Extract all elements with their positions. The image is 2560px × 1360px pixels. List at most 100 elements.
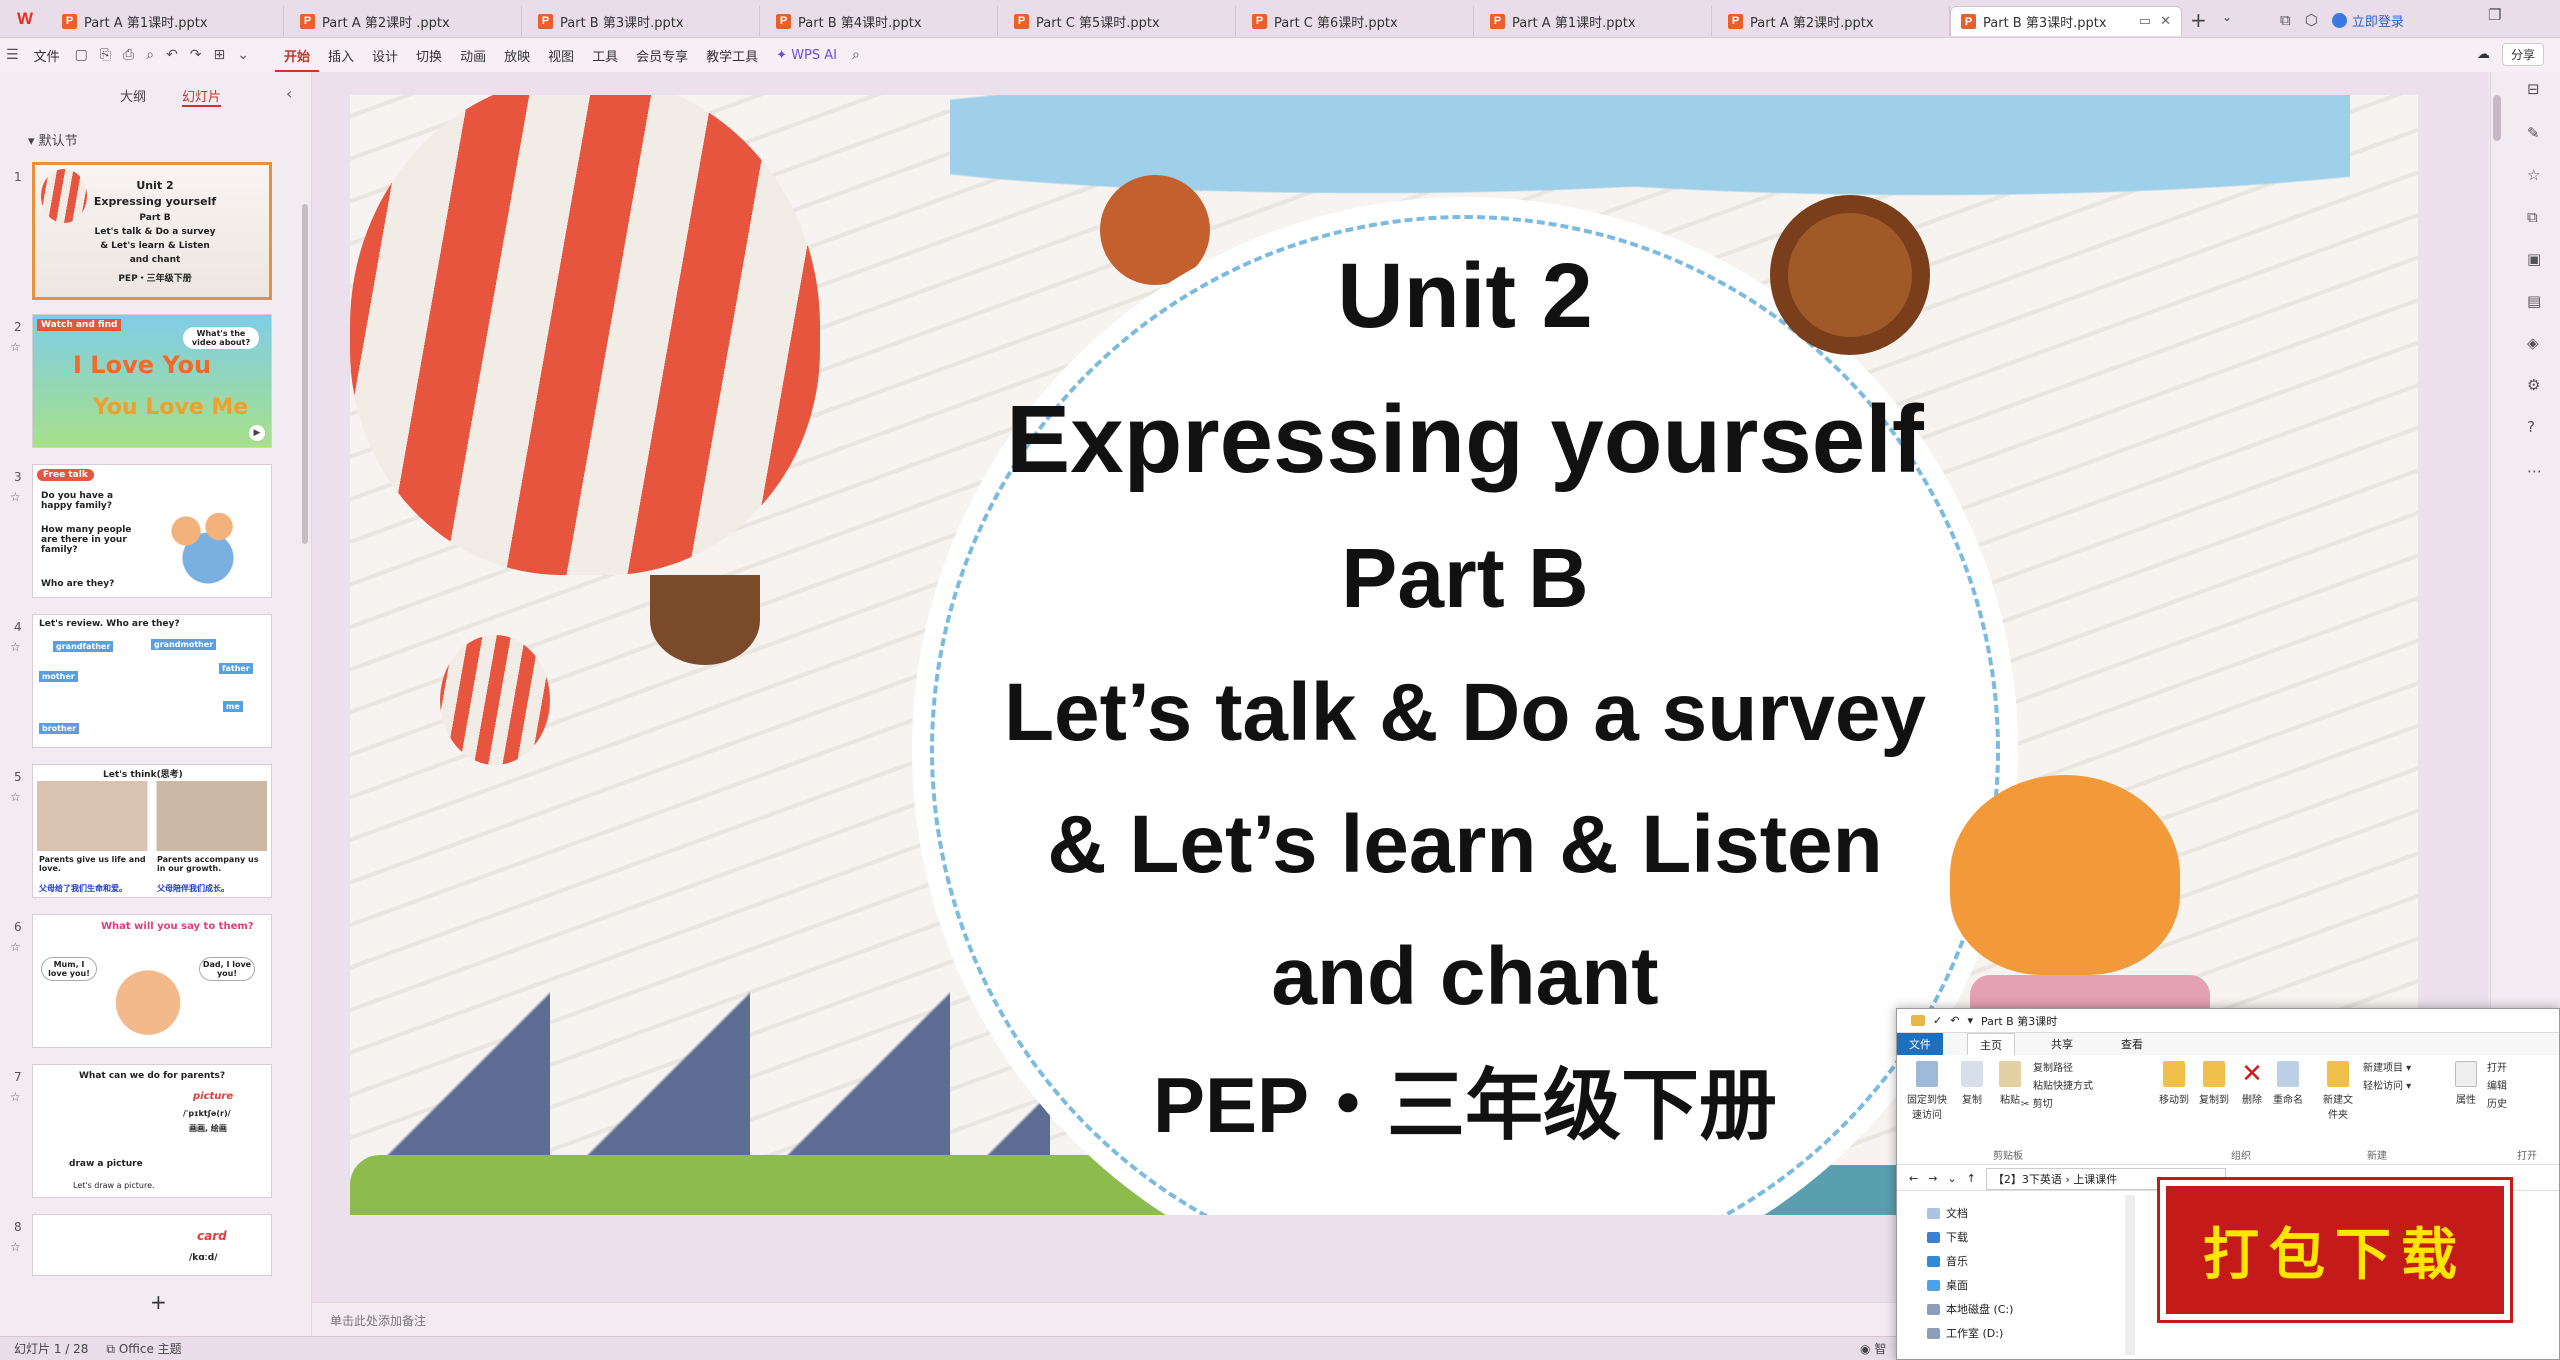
cube-icon[interactable]: ⬡ — [2305, 11, 2318, 29]
pen-icon[interactable]: ✎ — [2527, 124, 2540, 142]
menu-icon[interactable]: ☰ — [0, 47, 25, 63]
move-to-button[interactable]: 移动到 — [2157, 1061, 2191, 1106]
close-icon[interactable]: ✕ — [2160, 14, 2171, 29]
tree-item-desktop[interactable]: 桌面 — [1927, 1273, 2137, 1297]
tab-file[interactable]: 文件 — [1897, 1033, 1943, 1055]
tab-member[interactable]: 会员专享 — [627, 46, 697, 65]
smart-icon[interactable]: ◉ — [1860, 1342, 1870, 1356]
tab-home[interactable]: 开始 — [275, 46, 320, 72]
collapse-icon[interactable]: ‹ — [286, 84, 292, 103]
add-slide-button[interactable]: + — [150, 1290, 167, 1314]
collapse-icon[interactable]: ⊟ — [2527, 80, 2540, 98]
save-icon[interactable]: ▢ — [69, 47, 94, 63]
tab-design[interactable]: 设计 — [363, 46, 407, 65]
panel-scrollbar[interactable] — [302, 204, 308, 544]
format-painter-icon[interactable]: ⊞ — [208, 47, 232, 63]
copy-button[interactable]: 复制 — [1957, 1061, 1987, 1106]
file-menu[interactable]: 文件 — [25, 46, 69, 65]
paste-shortcut-button[interactable]: 粘贴快捷方式 — [2033, 1077, 2093, 1092]
edit-button[interactable]: 编辑 — [2487, 1077, 2507, 1092]
tab-view[interactable]: 查看 — [2109, 1033, 2155, 1055]
up-icon[interactable]: ↑ — [1967, 1172, 1976, 1185]
doc-tab[interactable]: P Part A 第2课时 .pptx — [290, 6, 522, 36]
tab-slides[interactable]: 幻灯片 — [182, 86, 222, 107]
doc-tab[interactable]: P Part C 第5课时.pptx — [1004, 6, 1236, 36]
cloud-icon[interactable]: ☁ — [2477, 47, 2490, 62]
doc-tab-active[interactable]: P Part B 第3课时.pptx ▭ ✕ — [1950, 6, 2182, 36]
slide-thumbnail-1[interactable]: Unit 2 Expressing yourself Part B Let's … — [32, 162, 272, 300]
slide-thumbnail-5[interactable]: Let's think(思考) Parents give us life and… — [32, 764, 272, 898]
layout-icon[interactable]: ▤ — [2527, 292, 2541, 310]
redo-icon[interactable]: ↷ — [184, 47, 208, 63]
new-folder-button[interactable]: 新建文件夹 — [2321, 1061, 2355, 1121]
star-icon[interactable]: ☆ — [2527, 166, 2540, 184]
slide-thumbnail-3[interactable]: Free talk Do you have a happy family? Ho… — [32, 464, 272, 598]
chevron-down-icon[interactable]: ⌄ — [2222, 10, 2232, 24]
share-button[interactable]: 分享 — [2501, 43, 2544, 66]
slide-thumbnail-6[interactable]: What will you say to them? Mum, I love y… — [32, 914, 272, 1048]
export-icon[interactable]: ⎘ — [94, 47, 117, 63]
tab-slideshow[interactable]: 放映 — [495, 46, 539, 65]
tab-teaching-tools[interactable]: 教学工具 — [697, 46, 767, 65]
tab-insert[interactable]: 插入 — [319, 46, 363, 65]
undo-icon[interactable]: ↶ — [1950, 1014, 1959, 1027]
copy-path-button[interactable]: 复制路径 — [2033, 1059, 2073, 1074]
play-icon[interactable]: ▶ — [249, 425, 265, 441]
tab-view[interactable]: 视图 — [539, 46, 583, 65]
image-icon[interactable]: ▣ — [2527, 250, 2541, 268]
search-icon[interactable]: ⌕ — [846, 47, 866, 63]
tree-item-drive-d[interactable]: 工作室 (D:) — [1927, 1321, 2137, 1345]
history-button[interactable]: 历史 — [2487, 1095, 2507, 1110]
copy-icon[interactable]: ⧉ — [2527, 208, 2538, 226]
tree-scrollbar[interactable] — [2125, 1195, 2135, 1355]
monitor-icon[interactable]: ▭ — [2139, 14, 2151, 29]
chevron-down-icon[interactable]: ⌄ — [1947, 1172, 1956, 1185]
help-icon[interactable]: ? — [2527, 418, 2535, 436]
tab-transitions[interactable]: 切换 — [407, 46, 451, 65]
tree-item-downloads[interactable]: 下载 — [1927, 1225, 2137, 1249]
add-tab-icon[interactable]: + — [2190, 8, 2207, 32]
delete-button[interactable]: ✕ 删除 — [2237, 1061, 2267, 1106]
animation-icon[interactable]: ◈ — [2527, 334, 2539, 352]
restore-icon[interactable]: ❐ — [2488, 6, 2501, 24]
theme-indicator[interactable]: ⧉ Office 主题 — [106, 1340, 181, 1357]
properties-button[interactable]: 属性 — [2451, 1061, 2481, 1106]
tab-tools[interactable]: 工具 — [583, 46, 627, 65]
pin-button[interactable]: 固定到快速访问 — [1905, 1061, 1949, 1121]
preview-icon[interactable]: ⌕ — [140, 47, 160, 63]
chevron-down-icon[interactable]: ⌄ — [231, 47, 255, 63]
new-item-button[interactable]: 新建项目 ▾ — [2363, 1059, 2411, 1074]
doc-tab[interactable]: P Part A 第1课时.pptx — [52, 6, 284, 36]
tab-outline[interactable]: 大纲 — [120, 86, 146, 107]
tree-item-music[interactable]: 音乐 — [1927, 1249, 2137, 1273]
tree-item-drive-c[interactable]: 本地磁盘 (C:) — [1927, 1297, 2137, 1321]
tools-icon[interactable]: ⚙ — [2527, 376, 2540, 394]
slide-thumbnail-4[interactable]: Let's review. Who are they? grandfather … — [32, 614, 272, 748]
slide-title[interactable]: Unit 2 Expressing yourself Part B Let’s … — [930, 250, 2000, 1144]
tab-wps-ai[interactable]: ✦ WPS AI — [767, 48, 846, 63]
chevron-down-icon[interactable]: ▾ — [1967, 1014, 1973, 1027]
forward-icon[interactable]: → — [1928, 1172, 1937, 1185]
properties-icon[interactable]: ✓ — [1933, 1014, 1942, 1027]
slide-thumbnail-2[interactable]: Watch and find I Love You You Love Me Wh… — [32, 314, 272, 448]
open-button[interactable]: 打开 — [2487, 1059, 2507, 1074]
login-button[interactable]: 立即登录 — [2331, 11, 2404, 30]
back-icon[interactable]: ← — [1909, 1172, 1918, 1185]
undo-icon[interactable]: ↶ — [160, 47, 184, 63]
tab-animation[interactable]: 动画 — [451, 46, 495, 65]
copy-to-button[interactable]: 复制到 — [2197, 1061, 2231, 1106]
more-icon[interactable]: ⋯ — [2527, 462, 2542, 480]
print-icon[interactable]: ⎙ — [117, 47, 140, 63]
download-stamp[interactable]: 打包下载 — [2157, 1177, 2513, 1323]
window-layout-icon[interactable]: ⧉ — [2280, 11, 2291, 29]
section-header[interactable]: ▾ 默认节 — [28, 130, 78, 149]
slide-thumbnail-7[interactable]: What can we do for parents? picture /ˈpɪ… — [32, 1064, 272, 1198]
easy-access-button[interactable]: 轻松访问 ▾ — [2363, 1077, 2411, 1092]
slide-thumbnail-8[interactable]: card /kɑːd/ — [32, 1214, 272, 1276]
tab-share[interactable]: 共享 — [2039, 1033, 2085, 1055]
doc-tab[interactable]: P Part B 第3课时.pptx — [528, 6, 760, 36]
vertical-scrollbar[interactable] — [2493, 95, 2501, 141]
doc-tab[interactable]: P Part A 第1课时.pptx — [1480, 6, 1712, 36]
doc-tab[interactable]: P Part A 第2课时.pptx — [1718, 6, 1950, 36]
doc-tab[interactable]: P Part B 第4课时.pptx — [766, 6, 998, 36]
